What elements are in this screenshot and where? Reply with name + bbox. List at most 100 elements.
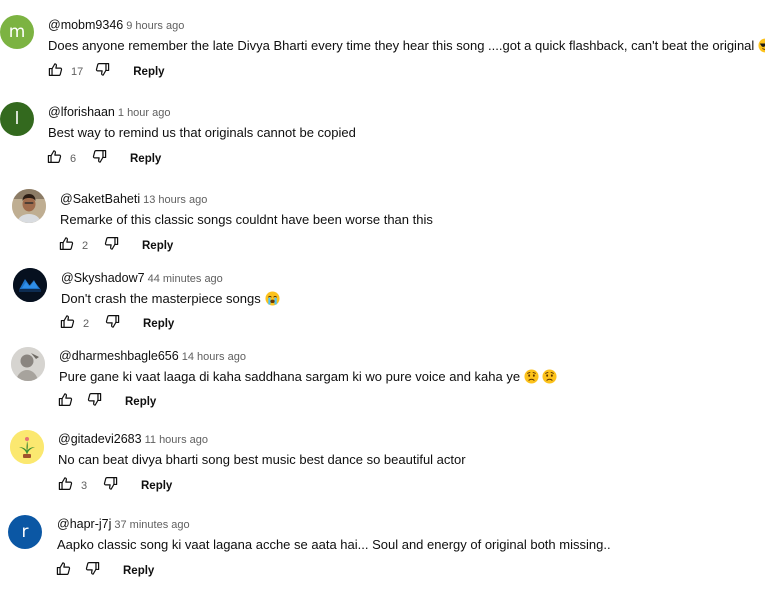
like-button[interactable] [56, 561, 71, 581]
channel-logo-icon [13, 268, 47, 302]
comment-header: @hapr-j7j 37 minutes ago [57, 515, 611, 533]
comment-header: @mobm9346 9 hours ago [48, 16, 765, 34]
reply-button[interactable]: Reply [123, 565, 154, 577]
like-button[interactable] [59, 236, 74, 256]
like-button[interactable] [48, 62, 63, 82]
avatar[interactable] [13, 268, 47, 302]
comment-text-content: Does anyone remember the late Divya Bhar… [48, 38, 755, 53]
avatar-letter: r [21, 522, 29, 542]
dislike-button[interactable] [95, 62, 110, 82]
comment-author[interactable]: @gitadevi2683 [58, 432, 142, 446]
comment-text: Don't crash the masterpiece songs [61, 290, 280, 311]
worried-face-emoji-icon [542, 369, 557, 389]
comment-text: No can beat divya bharti song best music… [58, 451, 466, 469]
dislike-button[interactable] [103, 476, 118, 496]
worried-face-emoji-icon [524, 369, 539, 389]
comment-time[interactable]: 14 hours ago [182, 351, 246, 363]
comment-actions: 2 Reply [60, 314, 174, 334]
like-count: 3 [81, 480, 88, 492]
loudly-crying-face-emoji-icon [265, 291, 280, 311]
like-count: 2 [82, 240, 89, 252]
reply-button[interactable]: Reply [142, 240, 173, 252]
dislike-button[interactable] [85, 561, 100, 581]
dislike-button[interactable] [87, 392, 102, 412]
like-count: 2 [83, 318, 90, 330]
comment-text-content: Don't crash the masterpiece songs [61, 291, 261, 306]
thumbs-up-icon [60, 314, 75, 334]
comment-text: Best way to remind us that originals can… [48, 124, 356, 142]
thumbs-down-icon [95, 62, 110, 82]
comment-header: @SaketBaheti 13 hours ago [60, 190, 433, 208]
like-button[interactable] [58, 476, 73, 496]
thumbs-down-icon [105, 314, 120, 334]
thumbs-up-icon [58, 476, 73, 496]
comment-actions: 17 Reply [48, 62, 165, 82]
like-button[interactable] [60, 314, 75, 334]
comment-text-content: Pure gane ki vaat laaga di kaha saddhana… [59, 369, 521, 384]
avatar[interactable]: m [0, 15, 34, 49]
reply-button[interactable]: Reply [125, 396, 156, 408]
thumbs-down-icon [87, 392, 102, 412]
avatar[interactable]: r [8, 515, 42, 549]
avatar-letter: l [14, 109, 20, 129]
avatar[interactable] [10, 430, 44, 464]
comment-time[interactable]: 1 hour ago [118, 107, 171, 119]
thumbs-up-icon [56, 561, 71, 581]
thumbs-up-icon [47, 149, 62, 169]
comment-text: Pure gane ki vaat laaga di kaha saddhana… [59, 368, 557, 389]
reply-button[interactable]: Reply [130, 153, 161, 165]
comment-time[interactable]: 37 minutes ago [114, 519, 189, 531]
comment-actions: Reply [58, 392, 156, 412]
comment-author[interactable]: @dharmeshbagle656 [59, 349, 179, 363]
plant-logo-icon [10, 430, 44, 464]
profile-photo-icon [11, 347, 45, 381]
comment-author[interactable]: @mobm9346 [48, 18, 123, 32]
comment-time[interactable]: 44 minutes ago [148, 273, 223, 285]
comment-actions: 3 Reply [58, 476, 172, 496]
comment-actions: 2 Reply [59, 236, 173, 256]
comment-text: Remarke of this classic songs couldnt ha… [60, 211, 433, 229]
avatar[interactable] [11, 347, 45, 381]
comment-actions: Reply [56, 561, 154, 581]
profile-photo-icon [12, 189, 46, 223]
comment-actions: 6 Reply [47, 149, 161, 169]
comment-header: @dharmeshbagle656 14 hours ago [59, 347, 557, 365]
comment-text-content: Best way to remind us that originals can… [48, 125, 356, 140]
thumbs-down-icon [103, 476, 118, 496]
comment-text-content: No can beat divya bharti song best music… [58, 452, 466, 467]
thumbs-down-icon [92, 149, 107, 169]
dislike-button[interactable] [104, 236, 119, 256]
cool-sunglasses-emoji-icon [758, 38, 765, 58]
avatar[interactable]: l [0, 102, 34, 136]
like-button[interactable] [58, 392, 73, 412]
comment-header: @lforishaan 1 hour ago [48, 103, 356, 121]
thumbs-up-icon [59, 236, 74, 256]
avatar[interactable] [12, 189, 46, 223]
comment-text: Does anyone remember the late Divya Bhar… [48, 37, 765, 58]
comment-author[interactable]: @lforishaan [48, 105, 115, 119]
avatar-letter: m [8, 22, 26, 42]
like-button[interactable] [47, 149, 62, 169]
thumbs-up-icon [58, 392, 73, 412]
comment-time[interactable]: 9 hours ago [126, 20, 184, 32]
comment-header: @gitadevi2683 11 hours ago [58, 430, 466, 448]
like-count: 6 [70, 153, 77, 165]
reply-button[interactable]: Reply [143, 318, 174, 330]
comment-text-content: Remarke of this classic songs couldnt ha… [60, 212, 433, 227]
comment-author[interactable]: @SaketBaheti [60, 192, 140, 206]
reply-button[interactable]: Reply [133, 66, 164, 78]
comment-author[interactable]: @hapr-j7j [57, 517, 111, 531]
dislike-button[interactable] [105, 314, 120, 334]
thumbs-up-icon [48, 62, 63, 82]
comment-time[interactable]: 11 hours ago [145, 434, 208, 446]
thumbs-down-icon [104, 236, 119, 256]
thumbs-down-icon [85, 561, 100, 581]
reply-button[interactable]: Reply [141, 480, 172, 492]
like-count: 17 [71, 66, 84, 78]
comment-text: Aapko classic song ki vaat lagana acche … [57, 536, 611, 554]
comment-header: @Skyshadow7 44 minutes ago [61, 269, 280, 287]
comment-text-content: Aapko classic song ki vaat lagana acche … [57, 537, 611, 552]
comment-time[interactable]: 13 hours ago [143, 194, 207, 206]
comment-author[interactable]: @Skyshadow7 [61, 271, 145, 285]
dislike-button[interactable] [92, 149, 107, 169]
